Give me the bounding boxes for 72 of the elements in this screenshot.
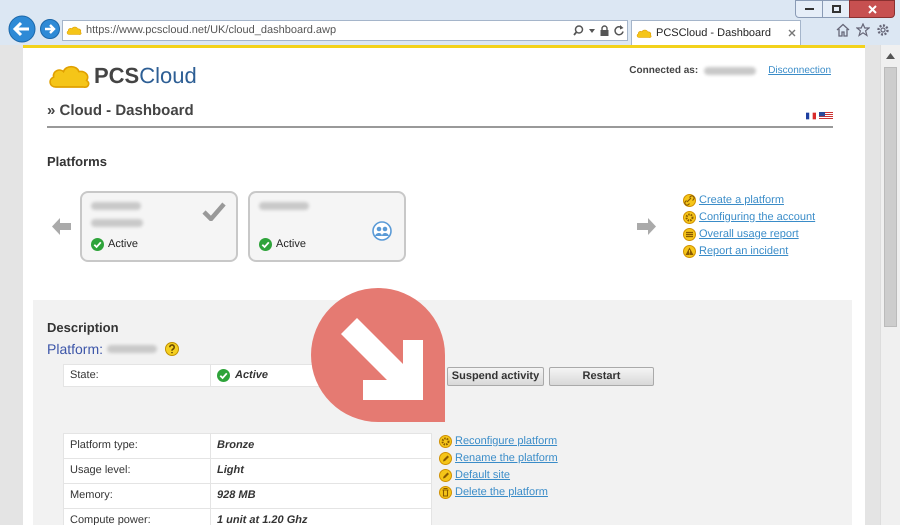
refresh-icon[interactable] bbox=[614, 25, 624, 36]
action-link[interactable]: Create a platform bbox=[699, 192, 784, 208]
platform-label: Platform: bbox=[47, 340, 104, 358]
home-icon[interactable] bbox=[836, 23, 850, 37]
state-label: State: bbox=[64, 364, 211, 386]
status-text: Active bbox=[108, 237, 138, 252]
scroll-up-icon[interactable] bbox=[886, 53, 895, 59]
section-heading: Description bbox=[47, 319, 120, 337]
dropdown-icon[interactable] bbox=[589, 28, 595, 32]
scrollbar[interactable] bbox=[880, 45, 900, 525]
close-button[interactable] bbox=[849, 0, 895, 18]
minimize-button[interactable] bbox=[795, 0, 823, 18]
detail-label: Usage level: bbox=[64, 458, 211, 482]
pencil-icon bbox=[439, 452, 452, 464]
address-bar[interactable]: https://www.pcscloud.net/UK/cloud_dashboard.awp bbox=[62, 20, 628, 41]
state-value: Active bbox=[235, 368, 268, 383]
forward-button[interactable] bbox=[40, 19, 60, 39]
star-icon[interactable] bbox=[856, 23, 870, 37]
chain-link-icon bbox=[683, 194, 696, 206]
action-link[interactable]: Overall usage report bbox=[699, 226, 799, 242]
lock-icon[interactable] bbox=[600, 25, 609, 36]
platform-card[interactable]: Active bbox=[248, 191, 406, 262]
french-flag-icon[interactable] bbox=[806, 112, 816, 120]
detail-value: 1 unit at 1.20 Ghz bbox=[216, 513, 308, 525]
back-button[interactable] bbox=[8, 15, 36, 43]
report-icon bbox=[683, 228, 696, 240]
action-link[interactable]: Reconfigure platform bbox=[455, 432, 558, 450]
scroll-thumb[interactable] bbox=[884, 67, 897, 327]
action-link[interactable]: Configuring the account bbox=[699, 208, 816, 226]
logo-text: PCSCloud bbox=[94, 65, 197, 87]
action-link[interactable]: Report an incident bbox=[699, 242, 788, 260]
check-circle-icon bbox=[217, 368, 230, 382]
tab-title: PCSCloud - Dashboard bbox=[656, 26, 771, 41]
blurred-text bbox=[91, 219, 143, 227]
help-icon[interactable] bbox=[165, 342, 180, 356]
blurred-text bbox=[259, 202, 309, 210]
gear-icon bbox=[439, 434, 452, 448]
action-link[interactable]: Delete the platform bbox=[455, 484, 548, 500]
warning-icon bbox=[683, 244, 696, 258]
connected-label: Connected as: bbox=[629, 64, 698, 78]
url-text: https://www.pcscloud.net/UK/cloud_dashboard.awp bbox=[86, 23, 336, 38]
us-flag-icon[interactable] bbox=[819, 112, 833, 120]
detail-value: Bronze bbox=[216, 438, 256, 454]
close-icon[interactable] bbox=[788, 29, 796, 37]
search-icon[interactable] bbox=[573, 25, 584, 36]
settings-icon[interactable] bbox=[876, 23, 890, 37]
blurred-text bbox=[91, 202, 141, 210]
cloud-icon bbox=[66, 25, 82, 36]
detail-value: Light bbox=[216, 463, 246, 478]
blurred-text bbox=[704, 66, 756, 74]
action-button[interactable]: Restart bbox=[549, 366, 654, 386]
action-link[interactable]: Default site bbox=[455, 466, 510, 484]
detail-value: 928 MB bbox=[216, 488, 257, 504]
pencil-icon bbox=[439, 468, 452, 482]
section-heading: Platforms bbox=[47, 152, 108, 170]
detail-label: Platform type: bbox=[64, 434, 211, 458]
cloud-icon bbox=[636, 28, 652, 38]
status-text: Active bbox=[276, 237, 306, 252]
platform-card[interactable]: Active bbox=[80, 191, 238, 262]
trash-icon bbox=[439, 486, 452, 498]
maximize-button[interactable] bbox=[823, 0, 849, 18]
page-title: » Cloud - Dashboard bbox=[47, 101, 194, 121]
browser-tab[interactable]: PCSCloud - Dashboard bbox=[631, 20, 801, 45]
detail-label: Memory: bbox=[64, 484, 211, 508]
action-button[interactable]: Suspend activity bbox=[447, 366, 544, 386]
gear-icon bbox=[683, 210, 696, 224]
check-circle-icon bbox=[91, 238, 104, 251]
blurred-text bbox=[107, 345, 158, 353]
action-link[interactable]: Rename the platform bbox=[455, 450, 558, 466]
disconnect-link[interactable]: Disconnection bbox=[768, 63, 831, 78]
check-circle-icon bbox=[259, 238, 272, 251]
close-icon bbox=[868, 4, 876, 14]
